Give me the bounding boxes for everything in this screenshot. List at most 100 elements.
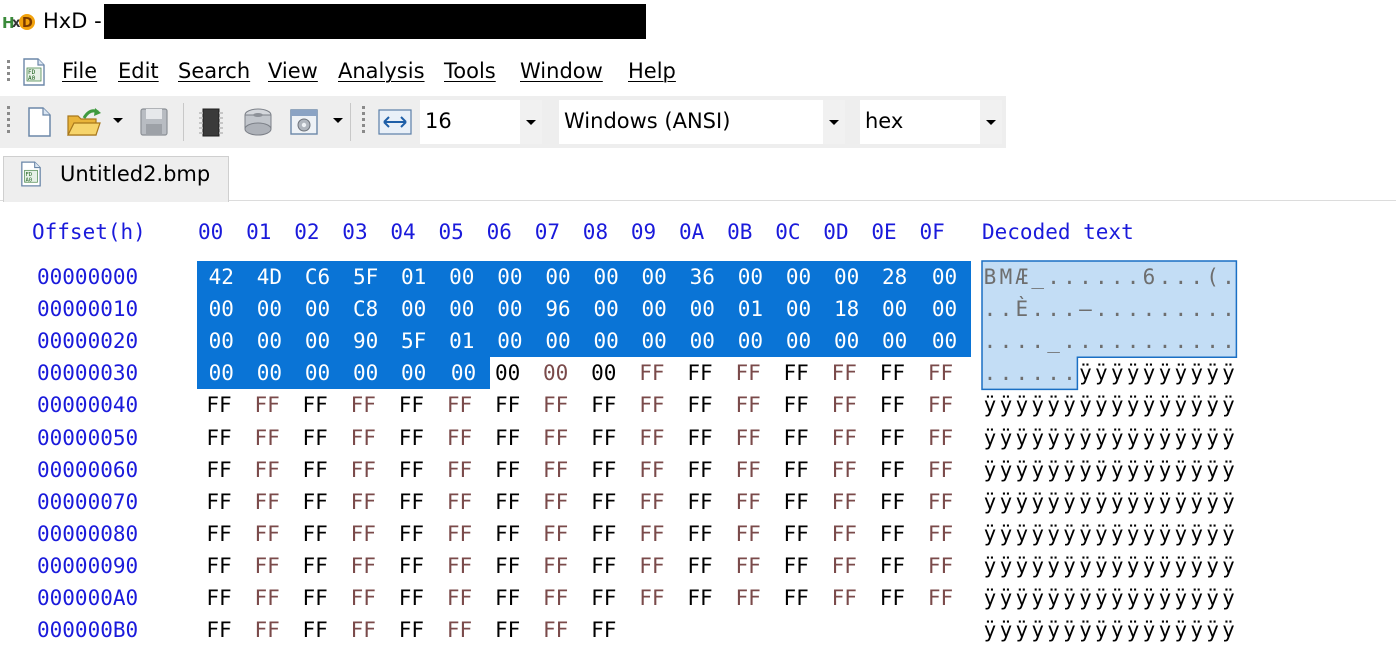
hex-byte[interactable]: FF [438,550,482,582]
hex-byte[interactable]: FF [438,454,482,486]
decoded-char[interactable]: ÿ [1221,422,1237,454]
hex-byte[interactable]: 00 [485,261,535,293]
decoded-char[interactable]: ÿ [1046,614,1062,646]
decoded-char[interactable]: ÿ [1093,518,1109,550]
hex-byte[interactable]: FF [678,518,722,550]
hex-byte[interactable]: 96 [533,293,583,326]
decoded-char[interactable]: Æ [1013,261,1030,293]
decoded-char[interactable]: ÿ [1077,454,1093,486]
hex-byte[interactable]: 00 [581,261,631,293]
hex-byte[interactable]: FF [293,486,337,518]
hex-byte[interactable]: FF [919,422,963,454]
hex-byte[interactable]: FF [582,550,626,582]
decoded-char[interactable]: . [1109,325,1126,358]
hex-byte[interactable]: FF [630,422,674,454]
hex-byte[interactable]: 00 [245,293,294,326]
hex-byte[interactable]: FF [678,389,722,421]
chevron-down-icon[interactable] [980,100,1002,144]
hex-byte[interactable]: C8 [341,293,390,326]
decoded-char[interactable]: ÿ [1221,454,1237,486]
decoded-char[interactable]: ÿ [1030,454,1046,486]
toolbar-grip-handle[interactable] [362,106,366,136]
decoded-char[interactable]: ÿ [1109,550,1125,582]
hex-byte[interactable]: FF [678,550,722,582]
decoded-char[interactable]: ÿ [1173,550,1189,582]
decoded-char[interactable]: ÿ [982,582,998,614]
decoded-char[interactable]: ÿ [1014,518,1030,550]
hex-byte[interactable]: FF [582,389,626,421]
decoded-char[interactable]: ÿ [998,550,1014,582]
hex-byte[interactable]: 5F [341,261,390,293]
hex-byte[interactable]: FF [341,389,385,421]
hex-byte[interactable]: 00 [293,293,342,326]
menu-window[interactable]: Window [520,59,603,83]
hex-byte[interactable]: FF [630,582,674,614]
decoded-char[interactable]: . [1093,325,1110,358]
decoded-char[interactable]: ÿ [1014,550,1030,582]
hex-byte[interactable]: 36 [678,261,727,293]
decoded-char[interactable]: _ [1045,325,1062,358]
decoded-char[interactable]: . [1109,261,1126,293]
hex-byte[interactable]: FF [678,454,722,486]
decoded-char[interactable]: ÿ [1205,486,1221,518]
hex-byte[interactable]: FF [389,582,433,614]
decoded-char[interactable]: ÿ [1205,357,1221,389]
hex-byte[interactable]: 00 [437,357,490,390]
decoded-char[interactable]: . [1156,325,1173,358]
hex-byte[interactable]: 00 [822,325,871,358]
hex-byte[interactable]: FF [486,582,530,614]
decoded-char[interactable]: ÿ [1125,582,1141,614]
decoded-char[interactable]: ÿ [1046,454,1062,486]
hex-byte[interactable]: 00 [485,293,535,326]
hex-byte[interactable]: 00 [533,325,583,358]
decoded-char[interactable]: ÿ [1189,582,1205,614]
process-dropdown-arrow[interactable] [333,118,343,123]
open-dropdown-arrow[interactable] [113,118,123,123]
decoded-char[interactable]: . [1172,325,1189,358]
decoded-char[interactable]: ÿ [1125,614,1141,646]
hex-byte[interactable]: 00 [629,325,679,358]
hex-byte[interactable]: 00 [581,293,631,326]
decoded-char[interactable]: ( [1204,261,1221,293]
hex-byte[interactable]: FF [870,582,914,614]
decoded-char[interactable]: ÿ [982,486,998,518]
decoded-char[interactable]: . [1188,261,1205,293]
decoded-char[interactable]: ÿ [1141,454,1157,486]
decoded-char[interactable]: ÿ [1093,454,1109,486]
hex-byte[interactable]: FF [197,486,241,518]
decoded-char[interactable]: . [1125,293,1142,326]
hex-byte[interactable]: FF [822,518,866,550]
hex-byte[interactable]: FF [630,357,674,389]
hex-byte[interactable]: FF [293,389,337,421]
decoded-char[interactable]: . [1156,293,1173,326]
hex-editor-view[interactable]: Offset(h) 00 01 02 03 04 05 06 07 08 09 0A 0B 0C 0D 0E… [0,202,1396,652]
decoded-char[interactable]: ÿ [1062,582,1078,614]
hex-byte[interactable]: FF [630,389,674,421]
hex-byte[interactable]: FF [389,422,433,454]
hex-byte[interactable]: FF [726,518,770,550]
hex-byte[interactable]: FF [630,486,674,518]
hex-byte[interactable]: 00 [534,357,578,389]
hex-byte[interactable]: FF [293,614,337,646]
decoded-char[interactable]: ÿ [1141,486,1157,518]
decoded-char[interactable]: . [1204,325,1221,358]
hex-byte[interactable]: 00 [245,325,294,358]
hex-byte[interactable] [822,614,866,646]
decoded-char[interactable]: ÿ [1062,486,1078,518]
hex-byte[interactable]: FF [822,357,866,389]
hex-byte[interactable]: 00 [341,357,390,390]
decoded-char[interactable]: ÿ [1205,454,1221,486]
hex-byte[interactable]: FF [486,454,530,486]
decoded-char[interactable]: . [1061,325,1078,358]
decoded-char[interactable]: ÿ [1141,518,1157,550]
decoded-char[interactable]: ÿ [1046,582,1062,614]
open-process-icon[interactable] [288,106,322,138]
decoded-char[interactable]: ÿ [1173,486,1189,518]
hex-byte[interactable]: FF [389,550,433,582]
decoded-char[interactable]: ÿ [1173,582,1189,614]
decoded-char[interactable]: ÿ [1205,518,1221,550]
hex-byte[interactable]: FF [582,486,626,518]
hex-byte[interactable]: 00 [486,357,530,389]
hex-byte[interactable]: FF [245,550,289,582]
decoded-char[interactable]: ÿ [1157,454,1173,486]
